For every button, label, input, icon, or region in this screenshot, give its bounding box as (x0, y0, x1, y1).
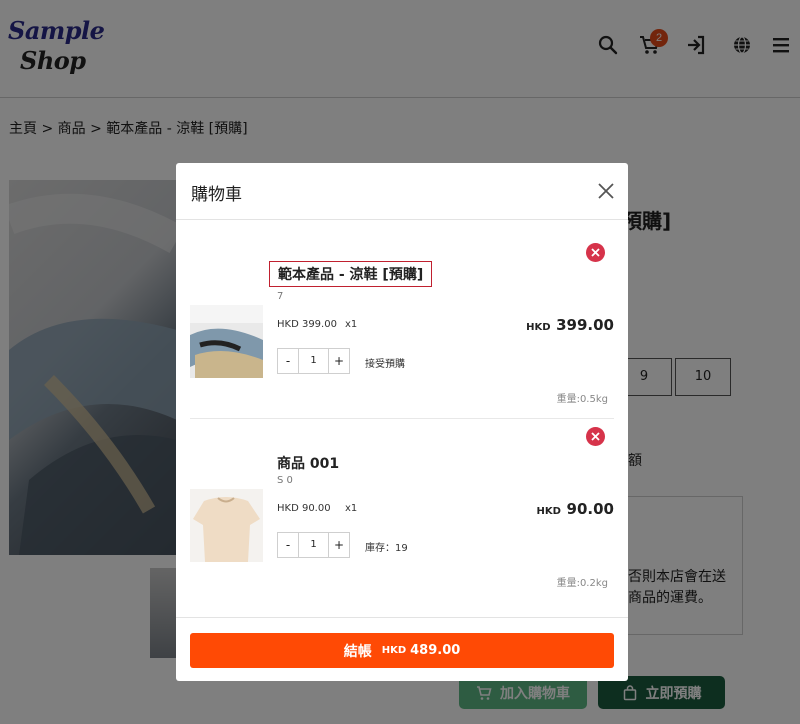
checkout-button[interactable]: 結帳 HKD 489.00 (190, 633, 614, 668)
cart-item-stock: 庫存：19 (365, 543, 408, 554)
cart-item-name[interactable]: 範本產品 - 涼鞋 [預購] (269, 261, 433, 287)
cart-item-variant: 7 (277, 291, 284, 302)
cart-item-note: 接受預購 (365, 359, 405, 370)
cart-modal-footer: 結帳 HKD 489.00 (176, 617, 628, 681)
cart-item-weight: 重量:0.2kg (556, 578, 608, 589)
cart-item-name[interactable]: 商品 001 (277, 453, 339, 473)
close-icon[interactable] (594, 179, 618, 203)
quantity-stepper: - 1 + (277, 348, 350, 374)
increase-qty-button[interactable]: + (329, 533, 349, 557)
cart-item-weight: 重量:0.5kg (556, 394, 608, 405)
cart-item-total: HKD 90.00 (537, 499, 614, 518)
close-icon (591, 432, 600, 441)
cart-item: 範本產品 - 涼鞋 [預購] 7 HKD 399.00 x1 HKD 399.0… (190, 235, 614, 419)
cart-item-total-currency: HKD (526, 322, 551, 333)
cart-item-total-amount: 399.00 (556, 316, 614, 334)
decrease-qty-button[interactable]: - (278, 349, 298, 373)
quantity-value[interactable]: 1 (298, 533, 329, 557)
remove-item-button[interactable] (586, 243, 605, 262)
cart-item-total-currency: HKD (536, 506, 561, 517)
checkout-amount: 489.00 (410, 643, 461, 658)
cart-modal: 購物車 範本產品 - 涼鞋 [預購] 7 HKD 399.00 x1 HKD 3… (176, 163, 628, 681)
checkout-currency: HKD (381, 645, 407, 656)
cart-item-unit-price: HKD 90.00 (277, 503, 331, 514)
cart-item: 商品 001 S 0 HKD 90.00 x1 HKD 90.00 - 1 + … (190, 419, 614, 595)
checkout-label: 結帳 (343, 643, 372, 660)
cart-item-variant: S 0 (277, 475, 293, 486)
close-icon (591, 248, 600, 257)
increase-qty-button[interactable]: + (329, 349, 349, 373)
cart-item-total: HKD 399.00 (526, 315, 614, 334)
cart-item-qty-text: x1 (345, 319, 358, 330)
cart-item-unit-price: HKD 399.00 (277, 319, 337, 330)
cart-item-image[interactable] (190, 489, 263, 562)
decrease-qty-button[interactable]: - (278, 533, 298, 557)
quantity-stepper: - 1 + (277, 532, 350, 558)
cart-modal-header: 購物車 (176, 163, 628, 220)
cart-item-qty-text: x1 (345, 503, 358, 514)
cart-item-total-amount: 90.00 (566, 500, 614, 518)
cart-modal-title: 購物車 (191, 185, 242, 205)
remove-item-button[interactable] (586, 427, 605, 446)
cart-item-image[interactable] (190, 305, 263, 378)
quantity-value[interactable]: 1 (298, 349, 329, 373)
